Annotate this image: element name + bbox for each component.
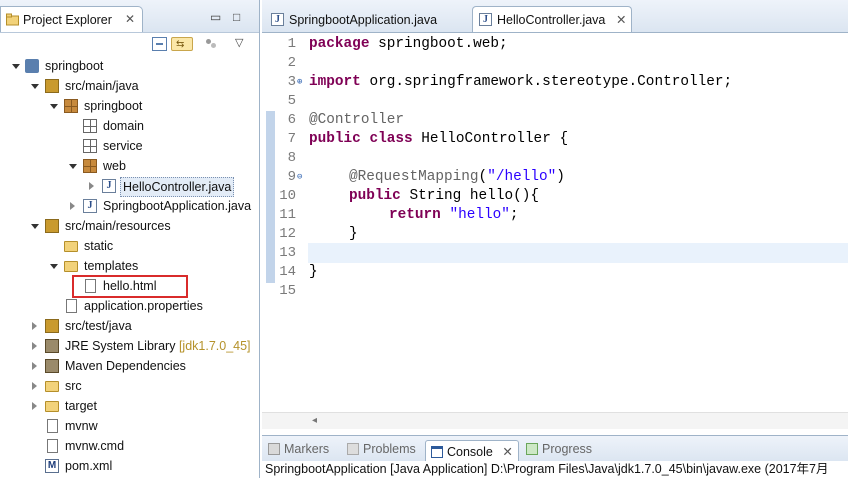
code-line-9: @RequestMapping("/hello") xyxy=(349,169,565,185)
line-number: 12 xyxy=(279,226,296,242)
line-number: 3 xyxy=(287,74,296,90)
line-number: 14 xyxy=(279,264,296,280)
close-icon[interactable]: ✕ xyxy=(616,12,626,27)
java-file-icon: J xyxy=(83,199,97,213)
link-with-editor-icon[interactable]: ⇆ xyxy=(171,37,193,51)
java-file-icon: J xyxy=(271,13,284,26)
line-number: 13 xyxy=(279,245,296,261)
horizontal-scrollbar[interactable]: ◂ xyxy=(262,412,848,429)
code-editor[interactable]: 1 2 3 5 6 7 8 9 10 11 12 13 14 15 ⊕ ⊖ pa… xyxy=(262,33,848,429)
folder-icon xyxy=(45,401,59,412)
markers-icon xyxy=(268,443,280,455)
project-explorer-icon xyxy=(6,13,19,26)
code-line-10: public String hello(){ xyxy=(349,188,540,204)
close-icon[interactable]: ✕ xyxy=(125,12,135,26)
line-number: 8 xyxy=(287,150,296,166)
empty-package-icon xyxy=(83,119,97,133)
console-process-label: SpringbootApplication [Java Application]… xyxy=(262,461,848,478)
line-number: 1 xyxy=(287,36,296,52)
code-line-7: public class HelloController { xyxy=(309,131,569,147)
code-line-12: } xyxy=(349,226,358,242)
source-folder-icon xyxy=(45,319,59,333)
line-number: 9 xyxy=(287,169,296,185)
line-number: 6 xyxy=(287,112,296,128)
filter-icon[interactable] xyxy=(204,37,219,51)
code-line-3: import org.springframework.stereotype.Co… xyxy=(309,74,733,90)
tab-progress[interactable]: Progress xyxy=(526,442,592,462)
tab-console[interactable]: Console ✕ xyxy=(425,440,519,462)
line-number: 15 xyxy=(279,283,296,299)
project-explorer-tab[interactable]: Project Explorer ✕ xyxy=(0,6,143,32)
library-icon xyxy=(45,339,59,353)
empty-package-icon xyxy=(83,139,97,153)
project-explorer-toolbar: ⇆ ▽ xyxy=(0,33,259,55)
package-icon xyxy=(83,159,97,173)
editor-tabbar: J SpringbootApplication.java J HelloCont… xyxy=(262,0,848,33)
maximize-icon[interactable]: □ xyxy=(233,10,240,24)
minimize-icon[interactable]: ▭ xyxy=(210,10,221,24)
scroll-left-icon[interactable]: ◂ xyxy=(312,415,317,426)
source-folder-icon xyxy=(45,219,59,233)
java-file-icon: J xyxy=(102,179,116,193)
tab-hellocontroller-java[interactable]: J HelloController.java ✕ xyxy=(472,6,632,32)
change-ruler xyxy=(266,111,275,283)
problems-icon xyxy=(347,443,359,455)
view-menu-icon[interactable]: ▽ xyxy=(235,36,243,49)
line-number: 11 xyxy=(279,207,296,223)
code-line-11: return "hello"; xyxy=(389,207,519,223)
tab-springbootapplication-java[interactable]: J SpringbootApplication.java xyxy=(264,6,469,32)
line-number: 2 xyxy=(287,55,296,71)
project-explorer-panel: Project Explorer ✕ ▭ □ ⇆ ▽ springboot sr… xyxy=(0,0,260,478)
package-icon xyxy=(64,99,78,113)
fold-expand-icon[interactable]: ⊕ xyxy=(297,73,302,92)
line-number: 10 xyxy=(279,188,296,204)
source-folder-icon xyxy=(45,79,59,93)
code-line-14: } xyxy=(309,264,318,280)
maven-project-icon xyxy=(25,59,39,73)
project-explorer-tabbar: Project Explorer ✕ ▭ □ xyxy=(0,0,259,33)
java-file-icon: J xyxy=(479,13,492,26)
folder-icon xyxy=(45,381,59,392)
code-line-1: package springboot.web; xyxy=(309,36,508,52)
file-icon xyxy=(47,439,58,453)
code-line-6: @Controller xyxy=(309,112,404,128)
line-number: 5 xyxy=(287,93,296,109)
jdk-version-decoration: [jdk1.7.0_45] xyxy=(178,339,251,353)
progress-icon xyxy=(526,443,538,455)
highlight-box xyxy=(72,275,188,298)
folder-icon xyxy=(64,261,78,272)
properties-file-icon xyxy=(66,299,77,313)
collapse-all-icon[interactable] xyxy=(152,37,167,51)
project-explorer-title: Project Explorer xyxy=(23,13,112,27)
console-icon xyxy=(431,446,443,458)
current-line-highlight xyxy=(308,243,848,263)
bottom-panel-tabbar: Markers Problems Console ✕ Progress xyxy=(262,435,848,462)
library-icon xyxy=(45,359,59,373)
line-number: 7 xyxy=(287,131,296,147)
file-icon xyxy=(47,419,58,433)
maven-pom-icon: M xyxy=(45,459,59,473)
folder-icon xyxy=(64,241,78,252)
close-icon[interactable]: ✕ xyxy=(502,445,512,459)
tab-problems[interactable]: Problems xyxy=(347,442,416,462)
tab-markers[interactable]: Markers xyxy=(268,442,329,462)
fold-collapse-icon[interactable]: ⊖ xyxy=(297,168,302,187)
